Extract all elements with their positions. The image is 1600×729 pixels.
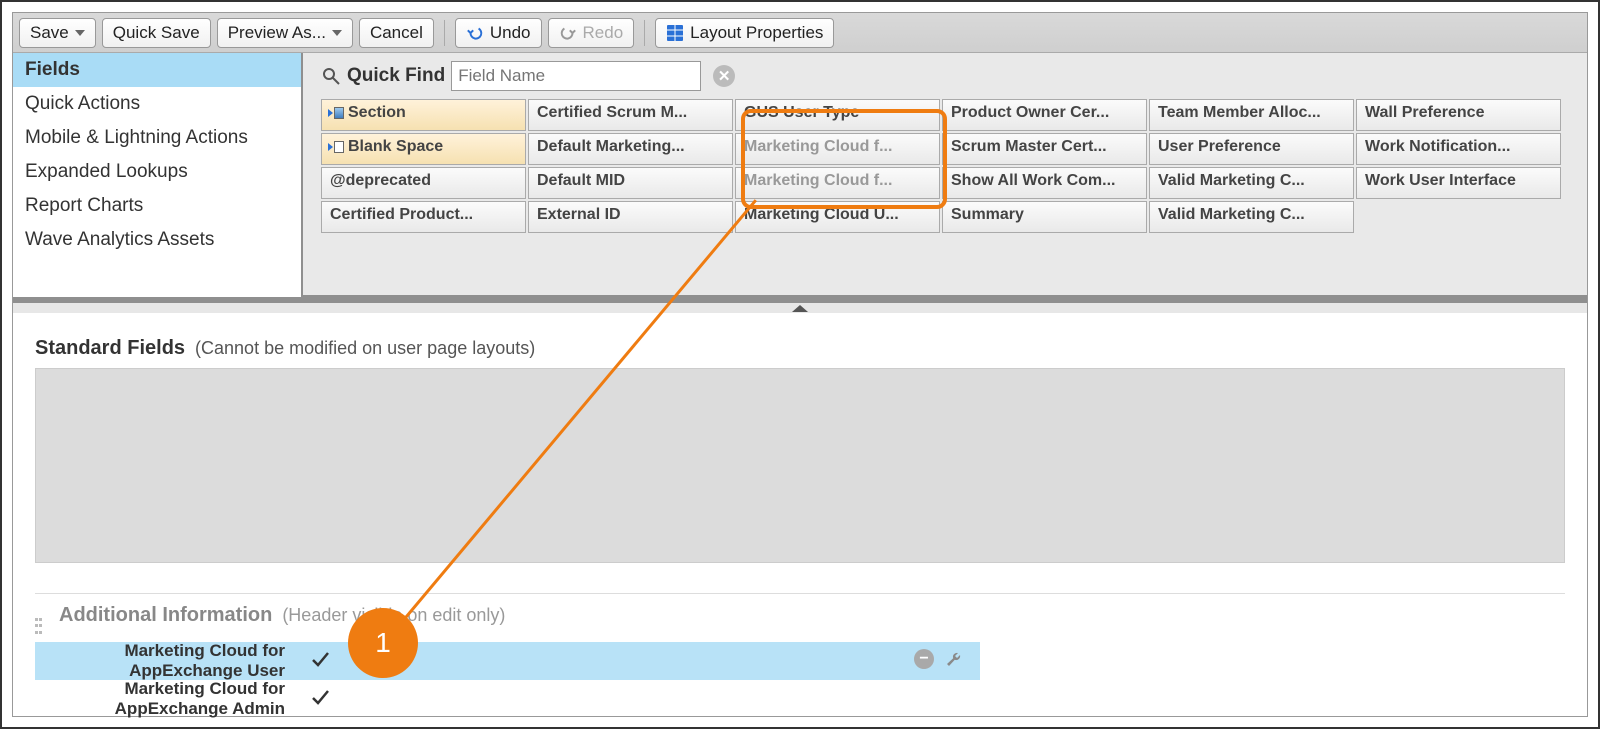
field-item[interactable]: Marketing Cloud U... <box>735 201 940 233</box>
field-row-mc-user[interactable]: Marketing Cloud for AppExchange User − <box>35 642 980 680</box>
quick-find-label: Quick Find <box>347 65 445 87</box>
field-item[interactable]: Default Marketing... <box>528 133 733 165</box>
field-item[interactable]: Valid Marketing C... <box>1149 167 1354 199</box>
additional-info-title: Additional Information <box>59 604 272 627</box>
field-item[interactable]: Marketing Cloud f... <box>735 133 940 165</box>
quick-find-input[interactable] <box>451 61 701 91</box>
layout-canvas: Standard Fields (Cannot be modified on u… <box>13 313 1587 729</box>
standard-fields-title: Standard Fields <box>35 337 185 360</box>
field-item[interactable]: Certified Scrum M... <box>528 99 733 131</box>
undo-button[interactable]: Undo <box>455 18 542 48</box>
field-row-label: Marketing Cloud for AppExchange User <box>75 641 295 680</box>
field-properties-icon[interactable] <box>944 649 964 674</box>
redo-icon <box>559 24 577 42</box>
field-row-mc-admin[interactable]: Marketing Cloud for AppExchange Admin <box>35 680 980 718</box>
checkbox-checked-icon <box>309 649 331 674</box>
search-icon <box>321 66 341 86</box>
quick-save-button[interactable]: Quick Save <box>102 18 211 48</box>
save-button[interactable]: Save <box>19 18 96 48</box>
blank-space-icon <box>330 141 344 153</box>
field-item[interactable]: Marketing Cloud f... <box>735 167 940 199</box>
category-mobile-lightning[interactable]: Mobile & Lightning Actions <box>13 121 301 155</box>
caret-up-icon <box>792 305 808 312</box>
toolbar-divider <box>644 20 645 46</box>
field-item[interactable]: Work User Interface <box>1356 167 1561 199</box>
category-quick-actions[interactable]: Quick Actions <box>13 87 301 121</box>
palette-categories: Fields Quick Actions Mobile & Lightning … <box>13 53 303 297</box>
field-row-label: Marketing Cloud for AppExchange Admin <box>75 679 295 718</box>
category-expanded-lookups[interactable]: Expanded Lookups <box>13 155 301 189</box>
field-blank-space[interactable]: Blank Space <box>321 133 526 165</box>
field-item[interactable]: External ID <box>528 201 733 233</box>
additional-field-rows: Marketing Cloud for AppExchange User − M… <box>35 642 1565 718</box>
field-item[interactable]: Work Notification... <box>1356 133 1561 165</box>
field-item[interactable]: Certified Product... <box>321 201 526 233</box>
field-item[interactable]: Show All Work Com... <box>942 167 1147 199</box>
standard-fields-note: (Cannot be modified on user page layouts… <box>195 338 535 359</box>
field-section[interactable]: Section <box>321 99 526 131</box>
standard-fields-header: Standard Fields (Cannot be modified on u… <box>35 337 1565 360</box>
toolbar: Save Quick Save Preview As... Cancel Und… <box>13 13 1587 53</box>
remove-field-icon[interactable]: − <box>914 649 934 669</box>
cancel-button[interactable]: Cancel <box>359 18 434 48</box>
field-item[interactable]: Scrum Master Cert... <box>942 133 1147 165</box>
palette-collapse[interactable] <box>13 303 1587 313</box>
undo-icon <box>466 24 484 42</box>
drag-grip-icon <box>35 618 45 636</box>
layout-properties-button[interactable]: Layout Properties <box>655 18 834 48</box>
field-item[interactable]: Default MID <box>528 167 733 199</box>
category-report-charts[interactable]: Report Charts <box>13 189 301 223</box>
additional-info-header[interactable]: Additional Information (Header visible o… <box>35 593 1565 636</box>
clear-search-icon[interactable]: ✕ <box>713 65 735 87</box>
field-item[interactable]: Valid Marketing C... <box>1149 201 1354 233</box>
field-item[interactable]: Product Owner Cer... <box>942 99 1147 131</box>
redo-button[interactable]: Redo <box>548 18 635 48</box>
checkbox-checked-icon <box>309 687 331 712</box>
toolbar-divider <box>444 20 445 46</box>
preview-as-button[interactable]: Preview As... <box>217 18 353 48</box>
category-wave-analytics[interactable]: Wave Analytics Assets <box>13 223 301 257</box>
field-item[interactable]: User Preference <box>1149 133 1354 165</box>
palette-fields: Quick Find ✕ Section Certified Scrum M..… <box>303 53 1587 297</box>
field-grid: Section Certified Scrum M... GUS User Ty… <box>313 99 1587 233</box>
field-item[interactable]: Wall Preference <box>1356 99 1561 131</box>
additional-info-note: (Header visible on edit only) <box>282 605 505 626</box>
standard-fields-body <box>35 368 1565 563</box>
field-item[interactable]: Team Member Alloc... <box>1149 99 1354 131</box>
field-item[interactable]: GUS User Type <box>735 99 940 131</box>
section-icon <box>330 107 344 119</box>
quick-find-row: Quick Find ✕ <box>313 61 1587 99</box>
palette: Fields Quick Actions Mobile & Lightning … <box>13 53 1587 303</box>
grid-icon <box>666 24 684 42</box>
field-item[interactable]: @deprecated <box>321 167 526 199</box>
field-item[interactable]: Summary <box>942 201 1147 233</box>
category-fields[interactable]: Fields <box>13 53 301 87</box>
